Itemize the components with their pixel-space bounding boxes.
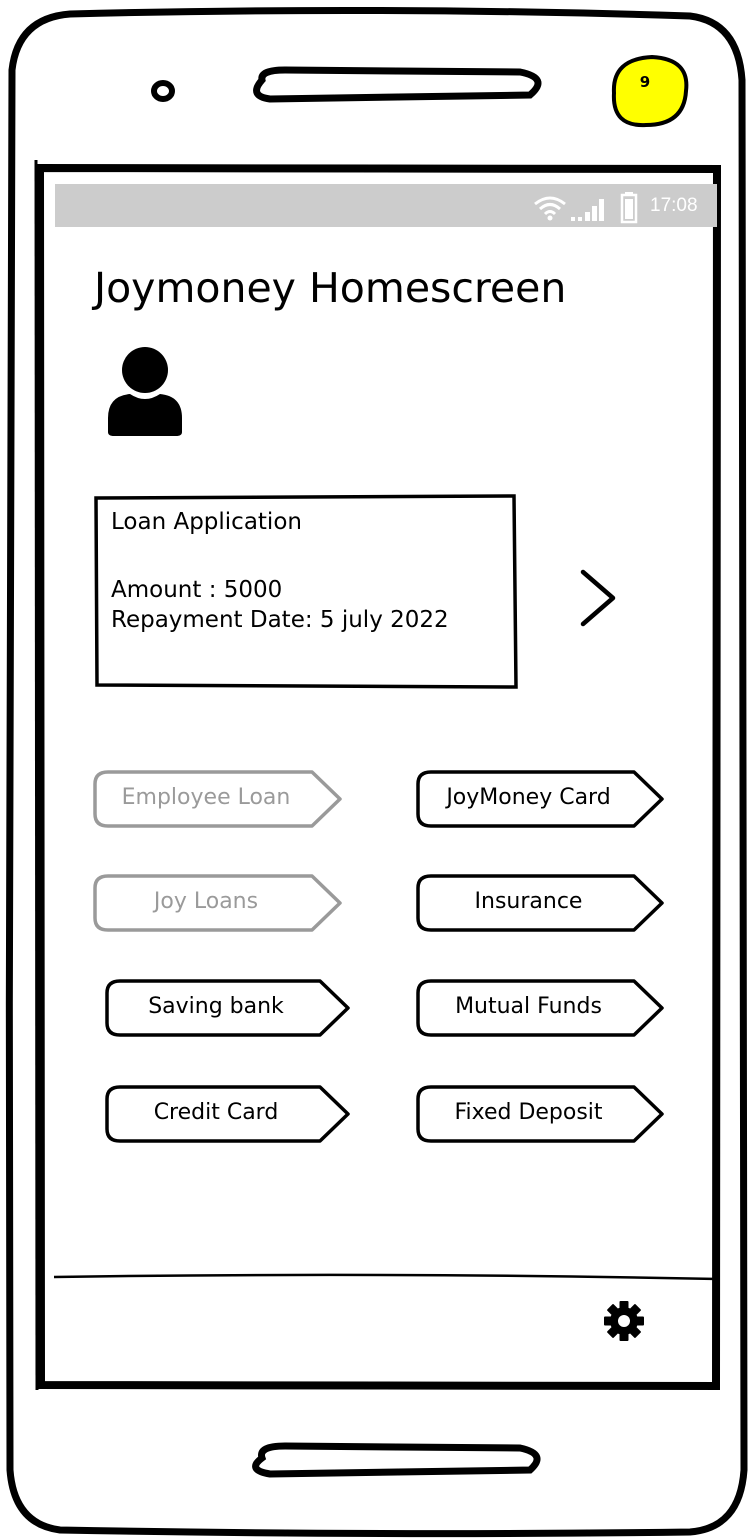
- bottom-bar-divider: [53, 1273, 719, 1281]
- status-time: 17:08: [650, 195, 698, 216]
- notification-count: 9: [639, 73, 651, 91]
- page-title: Joymoney Homescreen: [94, 264, 567, 312]
- gear-icon[interactable]: [603, 1300, 645, 1342]
- loan-amount: Amount : 5000: [111, 577, 283, 603]
- tag-credit-card[interactable]: Credit Card: [106, 1100, 326, 1125]
- tag-joy-loans[interactable]: Joy Loans: [94, 889, 318, 914]
- tag-fixed-deposit[interactable]: Fixed Deposit: [417, 1100, 640, 1125]
- user-avatar-icon: [108, 347, 182, 436]
- tag-saving-bank[interactable]: Saving bank: [106, 994, 326, 1019]
- tag-mutual-funds[interactable]: Mutual Funds: [417, 994, 640, 1019]
- battery-icon: [620, 192, 638, 224]
- notification-badge: [611, 54, 689, 128]
- wifi-icon: [534, 196, 566, 221]
- tag-employee-loan[interactable]: Employee Loan: [94, 785, 318, 810]
- status-bar: [55, 184, 717, 227]
- chevron-right-icon[interactable]: [577, 566, 621, 630]
- loan-repayment-date: Repayment Date: 5 july 2022: [111, 607, 449, 633]
- loan-card-heading: Loan Application: [111, 509, 302, 535]
- tag-insurance[interactable]: Insurance: [417, 889, 640, 914]
- signal-icon: [571, 199, 604, 221]
- tag-joymoney-card[interactable]: JoyMoney Card: [417, 785, 640, 810]
